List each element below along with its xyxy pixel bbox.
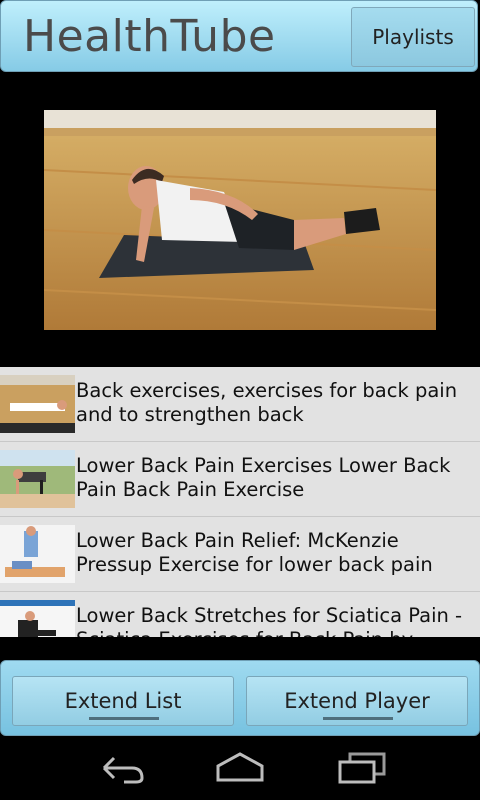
extend-list-button[interactable]: Extend List: [12, 676, 234, 726]
extend-list-label: Extend List: [64, 689, 182, 713]
video-title: Back exercises, exercises for back pain …: [76, 379, 458, 426]
button-indicator: [323, 717, 393, 720]
footer-bar: Extend List Extend Player: [0, 660, 480, 736]
system-navigation-bar: [0, 736, 480, 800]
video-player[interactable]: [0, 72, 480, 367]
app-header: HealthTube Playlists: [0, 0, 478, 72]
list-item[interactable]: Back exercises, exercises for back pain …: [0, 367, 480, 442]
video-title: Lower Back Pain Exercises Lower Back Pai…: [76, 454, 451, 501]
home-icon[interactable]: [214, 750, 266, 790]
video-list[interactable]: Back exercises, exercises for back pain …: [0, 367, 480, 637]
extend-player-label: Extend Player: [284, 689, 430, 713]
list-item[interactable]: Lower Back Pain Relief: McKenzie Pressup…: [0, 517, 480, 592]
video-thumbnail: [0, 600, 75, 637]
video-frame[interactable]: [44, 110, 436, 330]
video-still-image: [44, 110, 436, 330]
recent-apps-icon[interactable]: [336, 750, 388, 790]
playlists-button[interactable]: Playlists: [351, 7, 475, 67]
app-title: HealthTube: [23, 11, 276, 62]
extend-player-button[interactable]: Extend Player: [246, 676, 468, 726]
video-thumbnail: [0, 375, 75, 433]
video-thumbnail: [0, 450, 75, 508]
list-item[interactable]: Lower Back Pain Exercises Lower Back Pai…: [0, 442, 480, 517]
list-item[interactable]: Lower Back Stretches for Sciatica Pain -…: [0, 592, 480, 637]
button-indicator: [89, 717, 159, 720]
video-title: Lower Back Pain Relief: McKenzie Pressup…: [76, 529, 433, 576]
video-title: Lower Back Stretches for Sciatica Pain -…: [76, 604, 463, 637]
back-icon[interactable]: [96, 750, 146, 790]
video-thumbnail: [0, 525, 75, 583]
